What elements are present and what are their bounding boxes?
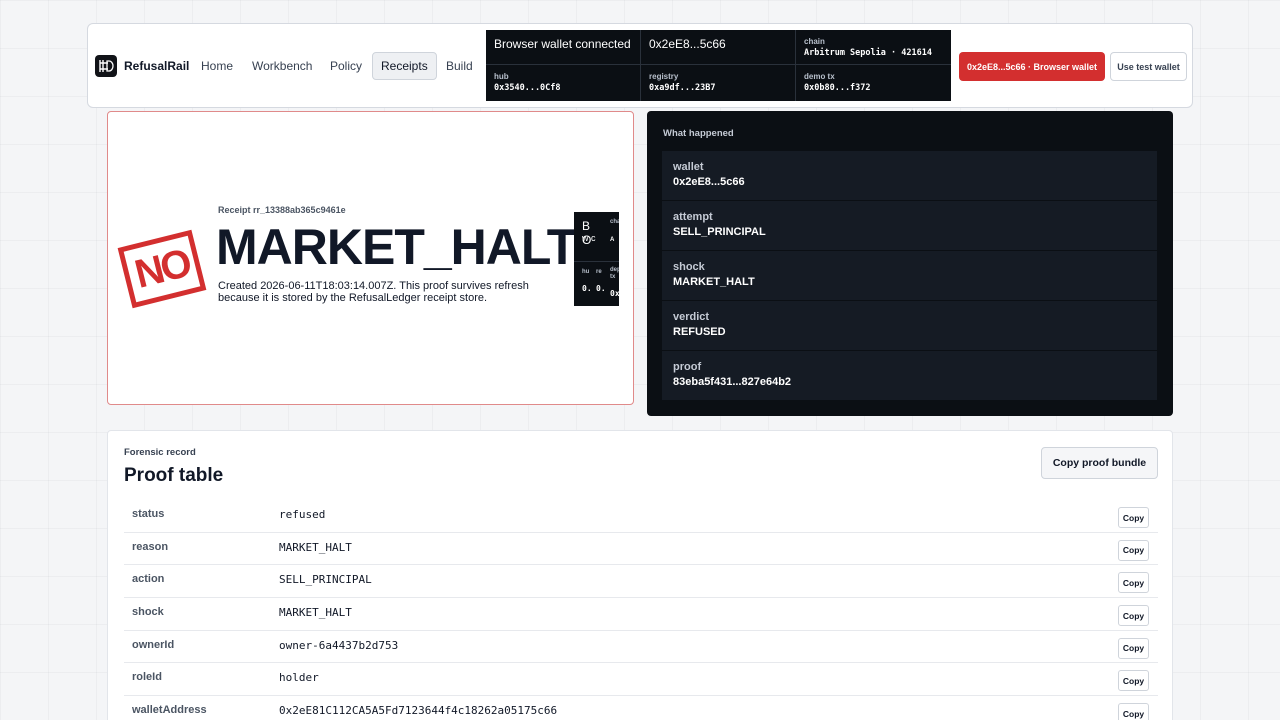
brand-name: RefusalRail [124,59,190,73]
row-key: walletAddress [132,704,207,717]
hub-cell: hub 0x3540...0Cf8 [486,65,641,101]
forensic-record: Forensic record Proof table Copy proof b… [107,430,1173,720]
nav-build[interactable]: Build [437,52,482,80]
chain-value: Arbitrum Sepolia · 421614 [804,48,932,58]
mini-sub: w c [582,233,596,243]
mini-hub-value: 0. [582,284,592,293]
happened-value: SELL_PRINCIPAL [673,226,766,238]
mini-demo-value: 0x [610,289,619,298]
happened-value: MARKET_HALT [673,276,755,288]
happened-row-verdict: verdict REFUSED [662,301,1157,351]
mini-hub-label: hu [582,269,590,275]
row-value: MARKET_HALT [279,606,352,620]
mini-registry-label: re [596,269,602,275]
use-test-wallet-button[interactable]: Use test wallet [1110,52,1187,81]
happened-label: verdict [673,311,710,323]
copy-button[interactable]: Copy [1118,539,1149,561]
happened-value: REFUSED [673,326,726,338]
hub-value: 0x3540...0Cf8 [494,83,561,93]
registry-cell: registry 0xa9df...23B7 [641,65,796,101]
what-happened-panel: What happened wallet 0x2eE8...5c66 attem… [647,111,1173,416]
receipt-created-note: Created 2026-06-11T18:03:14.007Z. This p… [218,280,529,304]
connection-status-cell: Browser wallet connected [486,30,641,65]
happened-row-proof: proof 83eba5f431...827e64b2 [662,351,1157,401]
receipt-hero: NO Receipt rr_13388ab365c9461e MARKET_HA… [107,111,634,405]
receipt-id: Receipt rr_13388ab365c9461e [218,205,346,215]
copy-button[interactable]: Copy [1118,703,1149,720]
demo-tx-label: demo tx [804,72,835,81]
row-key: status [132,508,165,520]
nav-policy[interactable]: Policy [321,52,371,80]
mini-registry-value: 0. [596,284,606,293]
connected-address: 0x2eE8...5c66 [649,37,726,51]
what-happened-list: wallet 0x2eE8...5c66 attempt SELL_PRINCI… [662,151,1157,401]
what-happened-title: What happened [663,128,734,139]
browser-wallet-button[interactable]: 0x2eE8...5c66 · Browser wallet [959,52,1105,81]
mini-chain-value: A [610,237,615,243]
row-key: shock [132,606,164,619]
happened-label: proof [673,361,702,373]
happened-row-attempt: attempt SELL_PRINCIPAL [662,201,1157,251]
forensic-eyebrow: Forensic record [124,447,196,458]
stamp-text: NO [130,240,194,297]
mini-divider [574,261,619,262]
table-row: shock MARKET_HALT Copy [124,598,1158,631]
table-row: status refused Copy [124,500,1158,533]
demo-tx-cell: demo tx 0x0b80...f372 [796,65,951,101]
table-row: action SELL_PRINCIPAL Copy [124,565,1158,599]
hub-label: hub [494,72,509,81]
nav-home[interactable]: Home [192,52,242,80]
copy-button[interactable]: Copy [1118,670,1149,692]
nav-receipts[interactable]: Receipts [372,52,437,80]
row-value: SELL_PRINCIPAL [279,573,372,587]
row-key: reason [132,540,169,553]
top-nav: RefusalRail Home Workbench Policy Receip… [87,23,1193,108]
chain-label: chain [804,37,825,46]
brand[interactable]: RefusalRail [95,55,189,77]
row-key: action [132,573,165,586]
table-row: reason MARKET_HALT Copy [124,533,1158,566]
connection-status: Browser wallet connected [494,37,631,51]
happened-label: shock [673,261,705,273]
copy-button[interactable]: Copy [1118,605,1149,627]
copy-button[interactable]: Copy [1118,507,1149,528]
happened-value: 0x2eE8...5c66 [673,176,745,188]
row-key: roleId [132,671,162,684]
copy-button[interactable]: Copy [1118,637,1149,659]
row-value: 0x2eE81C112CA5A5Fd7123644f4c18262a05175c… [279,704,558,718]
copy-proof-bundle-button[interactable]: Copy proof bundle [1041,447,1158,479]
nav-workbench[interactable]: Workbench [243,52,321,80]
row-value: owner-6a4437b2d753 [279,638,399,652]
rail-logo-icon [95,55,117,77]
registry-value: 0xa9df...23B7 [649,83,716,93]
row-value: refused [279,508,326,521]
proof-table-title: Proof table [124,465,224,486]
chain-cell: chain Arbitrum Sepolia · 421614 [796,30,951,65]
copy-button[interactable]: Copy [1118,572,1149,594]
table-row: walletAddress 0x2eE81C112CA5A5Fd7123644f… [124,696,1158,720]
receipt-title: MARKET_HALT [216,219,577,275]
happened-label: wallet [673,161,704,173]
registry-label: registry [649,72,679,81]
row-value: holder [279,671,319,685]
address-cell: 0x2eE8...5c66 [641,30,796,65]
refused-stamp: NO [117,229,207,309]
row-value: MARKET_HALT [279,540,352,554]
table-row: ownerId owner-6a4437b2d753 Copy [124,631,1158,664]
happened-row-shock: shock MARKET_HALT [662,251,1157,301]
happened-label: attempt [673,211,713,223]
row-key: ownerId [132,638,175,651]
mini-status-panel: B O w c chain A hu re depo tx 0. 0. 0x [574,212,619,306]
demo-tx-value: 0x0b80...f372 [804,83,871,93]
mini-demo-label: depo tx [610,267,619,280]
wallet-status-panel: Browser wallet connected 0x2eE8...5c66 c… [486,30,951,101]
happened-value: 83eba5f431...827e64b2 [673,376,792,388]
happened-row-wallet: wallet 0x2eE8...5c66 [662,151,1157,201]
table-row: roleId holder Copy [124,663,1158,697]
proof-table: status refused Copy reason MARKET_HALT C… [124,500,1158,720]
mini-chain-label: chain [610,219,619,225]
